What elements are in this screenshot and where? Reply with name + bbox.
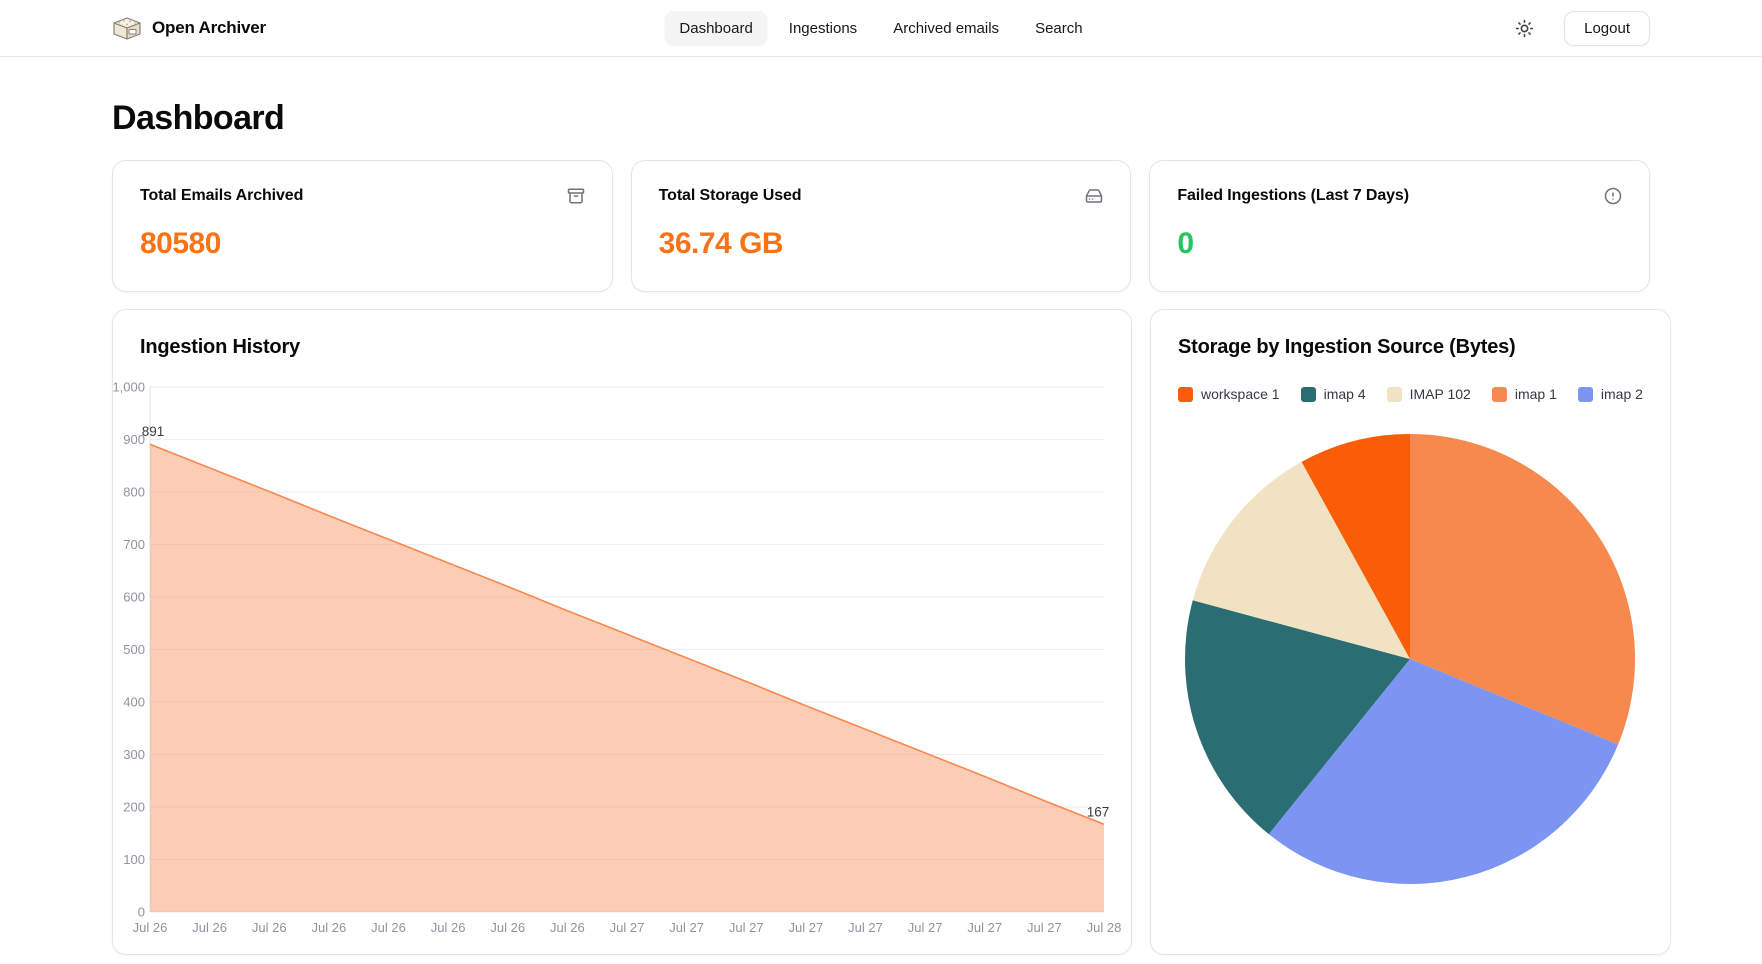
- stat-card-value: 36.74 GB: [659, 227, 1104, 261]
- x-axis-tick: Jul 27: [610, 920, 645, 935]
- x-axis-tick: Jul 26: [252, 920, 287, 935]
- stat-card-value: 80580: [140, 227, 585, 261]
- stat-card-1: Total Storage Used 36.74 GB: [631, 160, 1132, 292]
- legend-item-imap-4[interactable]: imap 4: [1301, 386, 1366, 402]
- legend-item-imap-2[interactable]: imap 2: [1578, 386, 1643, 402]
- x-axis-tick: Jul 26: [133, 920, 168, 935]
- x-axis-tick: Jul 28: [1087, 920, 1122, 935]
- legend-label: IMAP 102: [1410, 386, 1471, 402]
- storage-pie-chart: [1184, 433, 1636, 885]
- ingestion-history-chart: 01002003004005006007008009001,000Jul 26J…: [113, 367, 1131, 955]
- legend-swatch: [1387, 387, 1402, 402]
- point-label: 167: [1087, 804, 1110, 819]
- stat-card-title: Failed Ingestions (Last 7 Days): [1177, 187, 1409, 205]
- header-actions: Logout: [1511, 11, 1650, 46]
- y-axis-tick: 500: [123, 642, 145, 657]
- page-title: Dashboard: [112, 99, 1650, 138]
- point-label: 891: [142, 424, 165, 439]
- y-axis-tick: 1,000: [113, 380, 145, 395]
- x-axis-tick: Jul 27: [908, 920, 943, 935]
- x-axis-tick: Jul 26: [431, 920, 466, 935]
- stat-cards-row: Total Emails Archived 80580 Total Storage …: [112, 160, 1650, 292]
- storage-chart-title: Storage by Ingestion Source (Bytes): [1178, 336, 1643, 359]
- y-axis-tick: 700: [123, 537, 145, 552]
- x-axis-tick: Jul 26: [550, 920, 585, 935]
- hard-drive-icon: [1085, 187, 1103, 205]
- legend-swatch: [1492, 387, 1507, 402]
- y-axis-tick: 300: [123, 747, 145, 762]
- x-axis-tick: Jul 27: [729, 920, 764, 935]
- y-axis-tick: 400: [123, 695, 145, 710]
- x-axis-tick: Jul 27: [669, 920, 704, 935]
- nav-item-dashboard[interactable]: Dashboard: [664, 11, 767, 46]
- y-axis-tick: 600: [123, 590, 145, 605]
- nav-item-ingestions[interactable]: Ingestions: [774, 11, 872, 46]
- x-axis-tick: Jul 27: [967, 920, 1002, 935]
- legend-swatch: [1578, 387, 1593, 402]
- top-nav: Open Archiver DashboardIngestionsArchive…: [0, 0, 1762, 57]
- logout-button[interactable]: Logout: [1564, 11, 1650, 46]
- x-axis-tick: Jul 26: [192, 920, 227, 935]
- legend-label: imap 4: [1324, 386, 1366, 402]
- stat-card-title: Total Storage Used: [659, 187, 802, 205]
- legend-item-workspace-1[interactable]: workspace 1: [1178, 386, 1280, 402]
- legend-label: imap 1: [1515, 386, 1557, 402]
- y-axis-tick: 0: [138, 905, 145, 920]
- main-nav: DashboardIngestionsArchived emailsSearch: [664, 0, 1097, 57]
- y-axis-tick: 800: [123, 485, 145, 500]
- app-name: Open Archiver: [152, 18, 266, 38]
- y-axis-tick: 200: [123, 800, 145, 815]
- legend-swatch: [1178, 387, 1193, 402]
- brand[interactable]: Open Archiver: [112, 15, 266, 41]
- stat-card-title: Total Emails Archived: [140, 187, 303, 205]
- x-axis-tick: Jul 27: [789, 920, 824, 935]
- storage-by-source-card: Storage by Ingestion Source (Bytes) work…: [1150, 309, 1671, 955]
- area-fill: [150, 444, 1104, 912]
- stat-card-2: Failed Ingestions (Last 7 Days) 0: [1149, 160, 1650, 292]
- ingestion-history-title: Ingestion History: [140, 336, 1131, 359]
- app-logo-icon: [112, 15, 142, 41]
- y-axis-tick: 100: [123, 852, 145, 867]
- pie-legend: workspace 1 imap 4 IMAP 102 imap 1 imap 2: [1178, 386, 1643, 402]
- main-content: Dashboard Total Emails Archived80580Tota…: [0, 99, 1762, 955]
- nav-item-archived-emails[interactable]: Archived emails: [878, 11, 1014, 46]
- ingestion-history-card: Ingestion History 0 100 200 300 400 500 600 700…: [112, 309, 1132, 955]
- alert-circle-icon: [1604, 187, 1622, 205]
- archive-icon: [567, 187, 585, 205]
- nav-item-search[interactable]: Search: [1020, 11, 1098, 46]
- x-axis-tick: Jul 26: [490, 920, 525, 935]
- sun-icon: [1515, 19, 1534, 38]
- legend-item-imap-102[interactable]: IMAP 102: [1387, 386, 1471, 402]
- x-axis-tick: Jul 26: [312, 920, 347, 935]
- x-axis-tick: Jul 26: [371, 920, 406, 935]
- legend-label: imap 2: [1601, 386, 1643, 402]
- stat-card-value: 0: [1177, 227, 1622, 261]
- charts-row: Ingestion History 0 100 200 300 400 500 600 700…: [112, 309, 1650, 955]
- theme-toggle-button[interactable]: [1511, 15, 1538, 42]
- x-axis-tick: Jul 27: [1027, 920, 1062, 935]
- legend-item-imap-1[interactable]: imap 1: [1492, 386, 1557, 402]
- legend-swatch: [1301, 387, 1316, 402]
- pie-chart-area: [1178, 433, 1643, 928]
- stat-card-0: Total Emails Archived 80580: [112, 160, 613, 292]
- x-axis-tick: Jul 27: [848, 920, 883, 935]
- legend-label: workspace 1: [1201, 386, 1280, 402]
